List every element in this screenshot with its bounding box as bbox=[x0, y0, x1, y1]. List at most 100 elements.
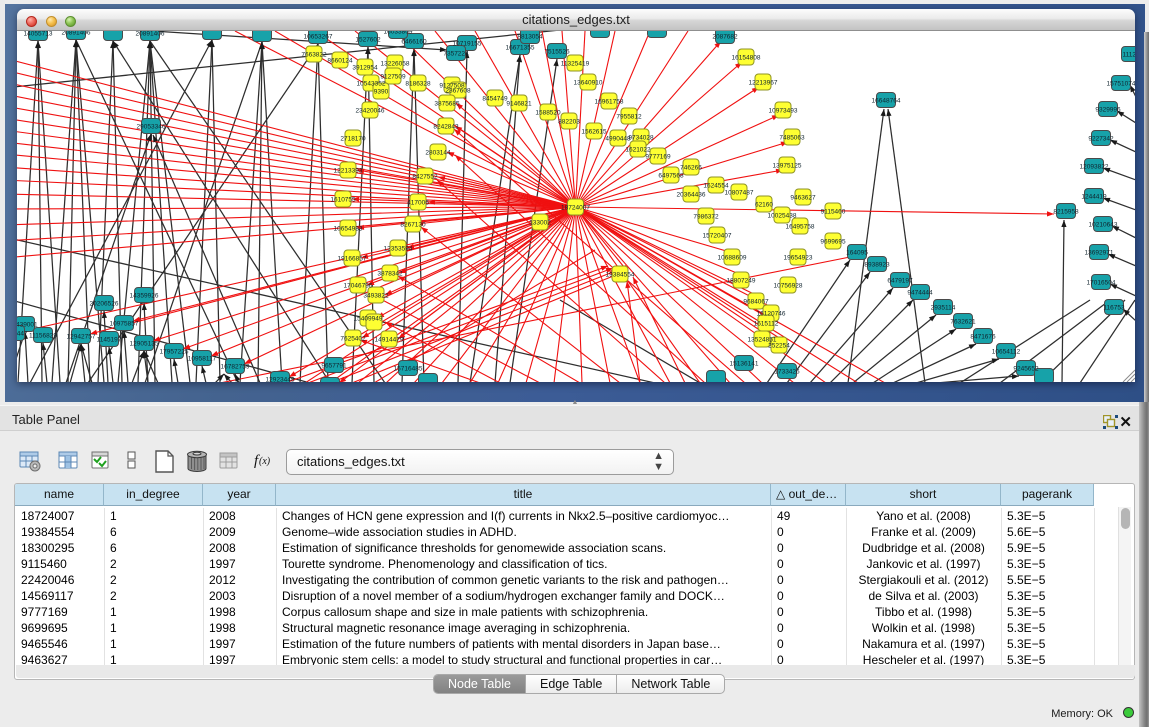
svg-text:9245652: 9245652 bbox=[1013, 365, 1039, 372]
svg-text:23420046: 23420046 bbox=[356, 107, 385, 114]
svg-text:19384554: 19384554 bbox=[606, 271, 635, 278]
svg-text:8454749: 8454749 bbox=[482, 95, 508, 102]
svg-text:8427552: 8427552 bbox=[412, 173, 438, 180]
svg-text:9146821: 9146821 bbox=[506, 100, 532, 107]
svg-text:2935114: 2935114 bbox=[931, 304, 956, 311]
svg-text:12213393: 12213393 bbox=[334, 167, 363, 174]
svg-text:18807249: 18807249 bbox=[727, 277, 756, 284]
svg-text:11124: 11124 bbox=[1122, 51, 1135, 58]
svg-text:18724007: 18724007 bbox=[561, 204, 590, 211]
svg-text:11156829: 11156829 bbox=[29, 332, 57, 339]
svg-text:12093822: 12093822 bbox=[1080, 163, 1109, 170]
svg-text:8242843: 8242843 bbox=[433, 123, 459, 130]
svg-text:10807487: 10807487 bbox=[725, 189, 754, 196]
svg-text:8215958: 8215958 bbox=[1053, 208, 1079, 215]
svg-text:16495758: 16495758 bbox=[786, 223, 815, 230]
svg-text:10756928: 10756928 bbox=[774, 282, 803, 289]
svg-text:20206526: 20206526 bbox=[90, 300, 119, 307]
svg-text:8938923: 8938923 bbox=[864, 261, 890, 268]
svg-text:164095: 164095 bbox=[846, 249, 868, 256]
svg-text:10688609: 10688609 bbox=[718, 254, 747, 261]
svg-text:6466160: 6466160 bbox=[401, 38, 427, 45]
svg-text:9474444: 9474444 bbox=[907, 289, 933, 296]
svg-text:133002: 133002 bbox=[529, 219, 551, 226]
svg-text:15720407: 15720407 bbox=[703, 232, 732, 239]
svg-text:2718170: 2718170 bbox=[340, 135, 366, 142]
svg-text:14914479: 14914479 bbox=[375, 336, 404, 343]
svg-text:1588520: 1588520 bbox=[535, 109, 561, 116]
svg-text:1244419: 1244419 bbox=[1081, 193, 1107, 200]
svg-text:8267130: 8267130 bbox=[400, 221, 426, 228]
svg-text:9734028: 9734028 bbox=[628, 134, 654, 141]
svg-text:9684067: 9684067 bbox=[743, 298, 769, 305]
svg-text:4990448: 4990448 bbox=[605, 135, 631, 142]
svg-text:6497568: 6497568 bbox=[658, 172, 684, 179]
svg-text:15751074: 15751074 bbox=[1107, 80, 1135, 87]
svg-text:16782759: 16782759 bbox=[221, 363, 250, 370]
svg-text:1145197: 1145197 bbox=[97, 336, 122, 343]
svg-text:3878342: 3878342 bbox=[377, 270, 403, 277]
svg-text:13226058: 13226058 bbox=[381, 60, 410, 67]
svg-text:15136141: 15136141 bbox=[730, 360, 759, 367]
svg-text:10958117: 10958117 bbox=[188, 355, 217, 362]
svg-text:9329996: 9329996 bbox=[1095, 106, 1121, 113]
svg-text:10210643: 10210643 bbox=[1089, 221, 1118, 228]
svg-text:20364436: 20364436 bbox=[677, 191, 706, 198]
svg-text:3493822: 3493822 bbox=[363, 292, 389, 299]
svg-text:9227342: 9227342 bbox=[1088, 135, 1114, 142]
svg-text:9127509: 9127509 bbox=[380, 73, 406, 80]
svg-text:12213967: 12213967 bbox=[749, 79, 778, 86]
svg-text:19654923: 19654923 bbox=[784, 254, 813, 261]
svg-text:15409949: 15409949 bbox=[354, 315, 383, 322]
svg-text:10025438: 10025438 bbox=[768, 212, 797, 219]
svg-text:10654112: 10654112 bbox=[992, 348, 1021, 355]
svg-text:16961758: 16961758 bbox=[595, 98, 624, 105]
svg-text:8471676: 8471676 bbox=[970, 333, 996, 340]
svg-text:2367608: 2367608 bbox=[445, 87, 471, 94]
svg-text:14055713: 14055713 bbox=[24, 31, 53, 37]
svg-text:10719155: 10719155 bbox=[453, 40, 482, 47]
svg-text:12923448: 12923448 bbox=[266, 376, 295, 382]
svg-text:8660124: 8660124 bbox=[327, 57, 353, 64]
svg-text:12353594: 12353594 bbox=[384, 245, 413, 252]
svg-text:9657791: 9657791 bbox=[321, 362, 347, 369]
svg-text:1562615: 1562615 bbox=[581, 128, 607, 135]
svg-text:12905135: 12905135 bbox=[130, 340, 159, 347]
svg-text:17957225: 17957225 bbox=[160, 348, 189, 355]
svg-text:13640910: 13640910 bbox=[574, 79, 603, 86]
svg-text:1527602: 1527602 bbox=[355, 36, 381, 43]
svg-text:17046796: 17046796 bbox=[344, 282, 373, 289]
svg-text:9777169: 9777169 bbox=[645, 153, 671, 160]
svg-text:2803144: 2803144 bbox=[425, 149, 451, 156]
svg-text:9391447: 9391447 bbox=[17, 330, 28, 337]
svg-text:17016504: 17016504 bbox=[1087, 279, 1116, 286]
svg-text:7515526: 7515526 bbox=[544, 48, 570, 55]
svg-text:7663822: 7663822 bbox=[301, 51, 327, 58]
svg-text:10973493: 10973493 bbox=[769, 107, 798, 114]
svg-text:6479197: 6479197 bbox=[887, 277, 913, 284]
svg-text:16671355: 16671355 bbox=[506, 44, 535, 51]
svg-text:7955812: 7955812 bbox=[616, 113, 642, 120]
svg-text:8186328: 8186328 bbox=[405, 80, 431, 87]
svg-text:1610755: 1610755 bbox=[330, 196, 356, 203]
svg-text:15716485: 15716485 bbox=[394, 365, 423, 372]
svg-text:8813054: 8813054 bbox=[517, 33, 543, 40]
svg-text:2087682: 2087682 bbox=[712, 33, 738, 40]
svg-text:13975125: 13975125 bbox=[773, 162, 802, 169]
svg-text:1621022: 1621022 bbox=[625, 146, 651, 153]
svg-text:7485063: 7485063 bbox=[779, 134, 805, 141]
svg-text:19166857: 19166857 bbox=[338, 255, 367, 262]
svg-text:13692971: 13692971 bbox=[1085, 249, 1114, 256]
svg-text:746266: 746266 bbox=[680, 164, 702, 171]
svg-text:7357224: 7357224 bbox=[443, 50, 469, 57]
svg-text:252254: 252254 bbox=[768, 342, 790, 349]
svg-text:11325419: 11325419 bbox=[561, 60, 590, 67]
svg-text:20891406: 20891406 bbox=[62, 31, 91, 36]
svg-text:1439001: 1439001 bbox=[17, 321, 38, 328]
svg-text:16648764: 16648764 bbox=[872, 97, 901, 104]
svg-text:10653267: 10653267 bbox=[304, 33, 333, 40]
svg-text:16033809: 16033809 bbox=[384, 31, 413, 35]
svg-text:9115460: 9115460 bbox=[821, 208, 846, 215]
svg-text:20891406: 20891406 bbox=[136, 31, 165, 37]
svg-text:9390: 9390 bbox=[374, 88, 389, 95]
